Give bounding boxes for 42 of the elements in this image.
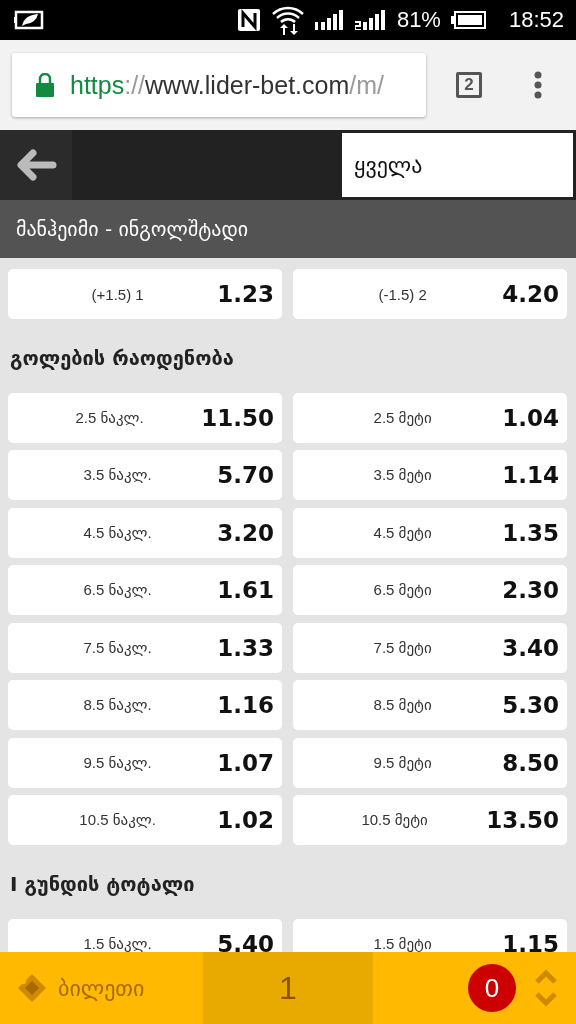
- nfc-icon: [236, 8, 261, 32]
- bet-count-badge: 0: [468, 964, 516, 1012]
- lock-icon: [36, 73, 54, 97]
- back-arrow-icon: [15, 149, 57, 181]
- back-button[interactable]: [0, 130, 72, 200]
- match-title: მანჰეიმი - ინგოლშტადი: [16, 217, 249, 241]
- tab-count-button[interactable]: 2: [456, 72, 482, 98]
- odds-button[interactable]: (-1.5) 2 4.20: [293, 269, 567, 319]
- section-title: გოლების რაოდენობა: [10, 345, 234, 370]
- odds-button[interactable]: 1.5 ნაკლ. 5.40: [8, 918, 282, 952]
- menu-icon[interactable]: [534, 71, 542, 99]
- ticket-icon: [16, 972, 48, 1004]
- odds-button[interactable]: 8.5 მეტი 5.30: [293, 680, 567, 730]
- odds-button[interactable]: 4.5 მეტი 1.35: [293, 507, 567, 558]
- signal-icon: [354, 10, 387, 30]
- odds-button[interactable]: 6.5 მეტი 2.30: [293, 565, 567, 615]
- wifi-icon: [270, 5, 305, 35]
- battery-percent: 81%: [396, 7, 441, 33]
- battery-icon: [450, 10, 487, 30]
- odds-button[interactable]: 7.5 ნაკლ. 1.33: [8, 622, 282, 673]
- odds-button[interactable]: 7.5 მეტი 3.40: [293, 622, 567, 673]
- selection-count: 1: [279, 969, 297, 1007]
- odds-button[interactable]: 8.5 ნაკლ. 1.16: [8, 680, 282, 730]
- odds-button[interactable]: 2.5 მეტი 1.04: [293, 392, 567, 443]
- battery-saver-icon: [14, 9, 46, 31]
- signal-icon: [314, 10, 345, 30]
- odds-button[interactable]: 6.5 ნაკლ. 1.61: [8, 565, 282, 615]
- address-bar[interactable]: https://www.lider-bet.com/m/: [12, 53, 426, 117]
- section-title: I გუნდის ტოტალი: [10, 871, 195, 896]
- odds-button[interactable]: (+1.5) 1 1.23: [8, 269, 282, 319]
- filter-dropdown[interactable]: ყველა: [342, 133, 573, 197]
- odds-button[interactable]: 9.5 მეტი 8.50: [293, 737, 567, 788]
- odds-button[interactable]: 2.5 ნაკლ. 11.50: [8, 392, 282, 443]
- odds-button[interactable]: 1.5 მეტი 1.15: [293, 918, 567, 952]
- odds-button[interactable]: 3.5 მეტი 1.14: [293, 450, 567, 500]
- odds-button[interactable]: 10.5 მეტი 13.50: [293, 795, 567, 845]
- odds-button[interactable]: 3.5 ნაკლ. 5.70: [8, 450, 282, 500]
- odds-button[interactable]: 10.5 ნაკლ. 1.02: [8, 795, 282, 845]
- url-text: https://www.lider-bet.com/m/: [70, 70, 384, 100]
- odds-button[interactable]: 9.5 ნაკლ. 1.07: [8, 737, 282, 788]
- clock-time: 18:52: [508, 7, 564, 33]
- odds-button[interactable]: 4.5 ნაკლ. 3.20: [8, 507, 282, 558]
